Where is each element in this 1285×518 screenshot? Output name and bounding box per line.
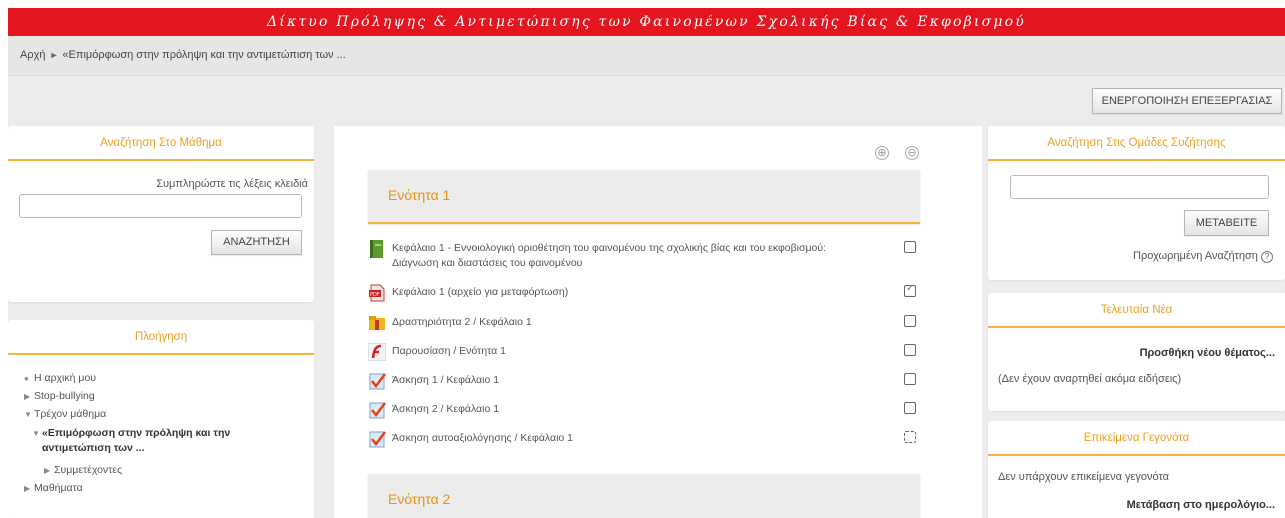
section-title: Ενότητα 2: [388, 491, 451, 507]
nav-item-participants[interactable]: ▶ Συμμετέχοντες: [44, 464, 122, 476]
no-events-text: Δεν υπάρχουν επικείμενα γεγονότα: [998, 471, 1170, 483]
activity-row[interactable]: Δραστηριότητα 2 / Κεφάλαιο 1: [368, 312, 920, 338]
upcoming-events-title: Επικείμενα Γεγονότα: [988, 421, 1285, 456]
folder-icon: [369, 316, 385, 330]
nav-item-my-home[interactable]: ● Η αρχική μου: [24, 372, 96, 384]
navigation-block: Πλοήγηση ● Η αρχική μου ▶ Stop-bullying ▼ Τ…: [8, 320, 314, 518]
course-search-label: Συμπληρώστε τις λέξεις κλειδιά: [156, 178, 308, 190]
book-icon: [370, 240, 383, 258]
section-1-header[interactable]: Ενότητα 1: [368, 170, 920, 224]
expand-arrow-icon: ▶: [24, 392, 31, 401]
navigation-title: Πλοήγηση: [8, 320, 314, 355]
course-search-input[interactable]: [19, 194, 302, 218]
section-2-header[interactable]: Ενότητα 2: [368, 474, 920, 518]
flash-icon: [368, 343, 386, 361]
activity-label[interactable]: Άσκηση αυτοαξιολόγησης / Κεφάλαιο 1: [392, 431, 573, 446]
completion-checkbox[interactable]: [904, 431, 916, 443]
breadcrumb: Αρχή ► «Επιμόρφωση στην πρόληψη και την αν…: [20, 49, 346, 61]
course-search-block: Αναζήτηση Στο Μάθημα Συμπληρώστε τις λέξ…: [8, 126, 314, 302]
activity-label[interactable]: Άσκηση 2 / Κεφάλαιο 1: [392, 402, 499, 417]
course-search-button[interactable]: ΑΝΑΖΗΤΗΣΗ: [211, 230, 302, 255]
collapse-all-icon[interactable]: ⊖: [905, 146, 919, 160]
pdf-file-icon: PDF: [369, 284, 385, 302]
nav-item-course-title[interactable]: ▼ «Επιμόρφωση στην πρόληψη και την αντιμετ…: [32, 426, 230, 456]
forum-search-button[interactable]: ΜΕΤΑΒΕΙΤΕ: [1184, 210, 1269, 236]
forum-search-input[interactable]: [1010, 175, 1269, 199]
calendar-link[interactable]: Μετάβαση στο ημερολόγιο...: [1127, 499, 1275, 511]
breadcrumb-bar: Αρχή ► «Επιμόρφωση στην πρόληψη και την αν…: [8, 36, 1285, 76]
forum-search-block: Αναζήτηση Στις Ομάδες Συζήτησης ΜΕΤΑΒΕΙΤ…: [988, 126, 1285, 280]
page: Δίκτυο Πρόληψης & Αντιμετώπισης των Φαιν…: [8, 8, 1285, 518]
expand-all-icon[interactable]: ⊕: [875, 146, 889, 160]
completion-checkbox[interactable]: [904, 315, 916, 327]
quiz-icon: [369, 402, 386, 419]
nav-item-current-course[interactable]: ▼ Τρέχον μάθημα: [24, 408, 106, 420]
enable-editing-button[interactable]: ΕΝΕΡΓΟΠΟΙΗΣΗ ΕΠΕΞΕΡΓΑΣΙΑΣ: [1092, 88, 1282, 114]
latest-news-title: Τελευταία Νέα: [988, 293, 1285, 328]
completion-checkbox[interactable]: [904, 344, 916, 356]
upcoming-events-block: Επικείμενα Γεγονότα Δεν υπάρχουν επικείμ…: [988, 421, 1285, 518]
activity-label[interactable]: Παρουσίαση / Ενότητα 1: [392, 344, 506, 359]
expand-arrow-icon: ▶: [44, 466, 51, 475]
forum-search-title: Αναζήτηση Στις Ομάδες Συζήτησης: [988, 126, 1285, 161]
activity-row[interactable]: Παρουσίαση / Ενότητα 1: [368, 341, 920, 367]
breadcrumb-home[interactable]: Αρχή: [20, 49, 46, 61]
course-content: ⊕ ⊖ Ενότητα 1 Κεφάλαιο 1 - Εννοιολογική …: [334, 126, 982, 518]
no-news-text: (Δεν έχουν αναρτηθεί ακόμα ειδήσεις): [998, 373, 1182, 385]
quiz-icon: [369, 431, 386, 448]
section-title: Ενότητα 1: [388, 187, 451, 203]
collapse-arrow-icon: ▼: [32, 429, 40, 438]
advanced-search-link[interactable]: Προχωρημένη Αναζήτηση ?: [1133, 250, 1273, 263]
activity-label[interactable]: Δραστηριότητα 2 / Κεφάλαιο 1: [392, 315, 532, 330]
svg-text:PDF: PDF: [370, 292, 380, 298]
activity-row[interactable]: Άσκηση αυτοαξιολόγησης / Κεφάλαιο 1: [368, 428, 920, 454]
activity-row[interactable]: Άσκηση 2 / Κεφάλαιο 1: [368, 399, 920, 425]
breadcrumb-current-course[interactable]: «Επιμόρφωση στην πρόληψη και την αντιμετ…: [62, 49, 345, 61]
activity-label[interactable]: Κεφάλαιο 1 - Εννοιολογική οριοθέτηση του…: [392, 241, 826, 271]
completion-checkbox[interactable]: [904, 283, 916, 297]
completion-checkbox[interactable]: [904, 402, 916, 414]
nav-item-stop-bullying[interactable]: ▶ Stop-bullying: [24, 390, 95, 402]
add-topic-link[interactable]: Προσθήκη νέου θέματος...: [1140, 347, 1275, 359]
completion-checkbox[interactable]: [904, 241, 916, 253]
activity-row[interactable]: Κεφάλαιο 1 - Εννοιολογική οριοθέτηση του…: [368, 238, 920, 274]
completion-checkbox[interactable]: [904, 373, 916, 385]
quiz-icon: [369, 373, 386, 390]
help-icon[interactable]: ?: [1261, 251, 1273, 263]
activity-label[interactable]: Κεφάλαιο 1 (αρχείο για μεταφόρτωση): [392, 285, 568, 300]
nav-item-courses[interactable]: ▶ Μαθήματα: [24, 482, 83, 494]
activity-label[interactable]: Άσκηση 1 / Κεφάλαιο 1: [392, 373, 499, 388]
course-search-title: Αναζήτηση Στο Μάθημα: [8, 126, 314, 161]
activity-row[interactable]: PDF Κεφάλαιο 1 (αρχείο για μεταφόρτωση): [368, 282, 920, 308]
expand-arrow-icon: ▶: [24, 484, 31, 493]
bullet-icon: ●: [24, 374, 29, 383]
latest-news-block: Τελευταία Νέα Προσθήκη νέου θέματος... (…: [988, 293, 1285, 411]
breadcrumb-separator-icon: ►: [49, 50, 59, 60]
collapse-arrow-icon: ▼: [24, 410, 32, 419]
activity-row[interactable]: Άσκηση 1 / Κεφάλαιο 1: [368, 370, 920, 396]
site-banner: Δίκτυο Πρόληψης & Αντιμετώπισης των Φαιν…: [8, 8, 1285, 36]
